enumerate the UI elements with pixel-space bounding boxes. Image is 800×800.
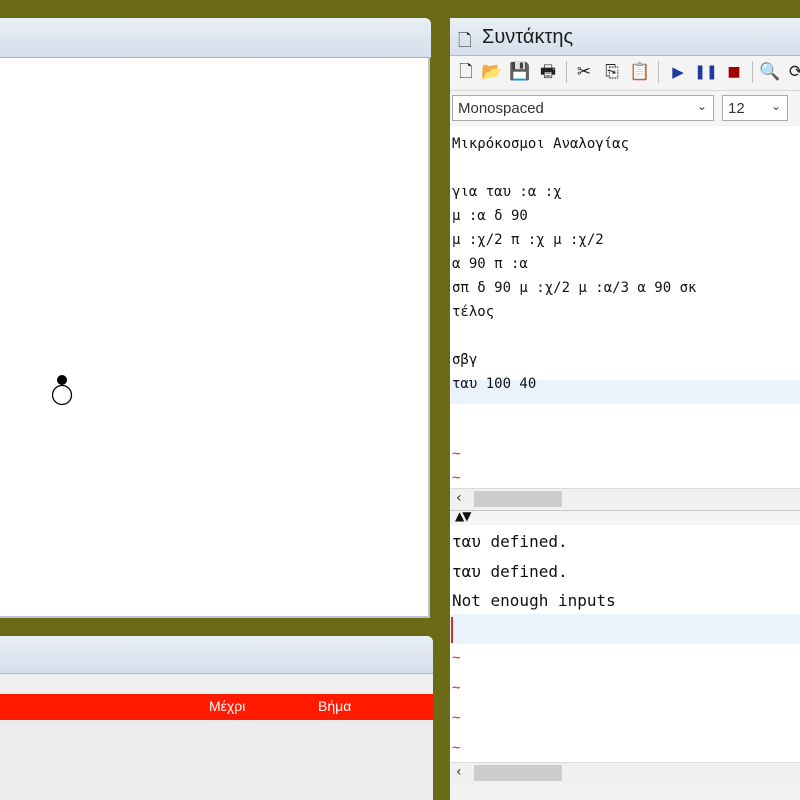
scroll-left-icon[interactable]: ‹ xyxy=(456,764,462,780)
window-icon: 🗋 xyxy=(458,31,472,51)
empty-line-marker: ~ xyxy=(452,680,461,696)
scrollbar-thumb[interactable] xyxy=(474,491,562,507)
split-arrows-icon[interactable]: ▲▼ xyxy=(455,509,472,523)
table-body[interactable] xyxy=(0,720,433,800)
paste-icon[interactable]: 📋 xyxy=(628,60,652,84)
chevron-down-icon: ⌄ xyxy=(770,99,781,113)
pane-splitter[interactable]: ▲▼ xyxy=(450,509,800,526)
console-horizontal-scrollbar[interactable]: ‹ xyxy=(450,762,800,783)
editor-toolbar: 🗋 📂 💾 🖶 ✂ ⎘ 📋 ▶ ❚❚ ■ 🔍 ⟳ xyxy=(450,56,800,91)
column-header-until[interactable]: Μέχρι xyxy=(209,698,245,714)
console-line: ταυ defined. xyxy=(452,532,568,551)
empty-line-marker: ~ xyxy=(452,740,461,756)
font-size-value: 12 xyxy=(728,100,745,117)
copy-icon[interactable]: ⎘ xyxy=(600,60,624,84)
font-family-value: Monospaced xyxy=(458,100,544,117)
print-icon[interactable]: 🖶 xyxy=(536,60,560,84)
turtle-icon xyxy=(51,375,73,406)
pause-icon[interactable]: ❚❚ xyxy=(694,60,718,84)
code-line[interactable]: μ :χ/2 π :χ μ :χ/2 xyxy=(452,228,604,252)
run-icon[interactable]: ▶ xyxy=(666,60,690,84)
new-file-icon[interactable]: 🗋 xyxy=(454,60,478,84)
stop-icon[interactable]: ■ xyxy=(722,60,746,84)
code-editor[interactable]: Μικρόκοσμοι Αναλογίας για ταυ :α :χ μ :α… xyxy=(450,126,800,488)
save-icon[interactable]: 💾 xyxy=(508,60,532,84)
toolbar-separator xyxy=(658,61,659,83)
replace-icon[interactable]: ⟳ xyxy=(784,60,800,84)
font-size-select[interactable]: 12 ⌄ xyxy=(722,95,788,121)
empty-line-marker: ~ xyxy=(452,650,461,666)
toolbar-separator xyxy=(566,61,567,83)
empty-line-marker: ~ xyxy=(452,446,461,462)
editor-title: Συντάκτης xyxy=(482,26,574,48)
scroll-left-icon[interactable]: ‹ xyxy=(456,490,462,506)
canvas-window-titlebar[interactable] xyxy=(0,18,431,58)
find-icon[interactable]: 🔍 xyxy=(758,60,782,84)
variables-panel: Μέχρι Βήμα xyxy=(0,674,433,800)
column-header-step[interactable]: Βήμα xyxy=(318,698,351,714)
code-line[interactable]: σπ δ 90 μ :χ/2 μ :α/3 α 90 σκ xyxy=(452,276,696,300)
code-line[interactable]: μ :α δ 90 xyxy=(452,204,528,228)
code-horizontal-scrollbar[interactable]: ‹ xyxy=(450,488,800,509)
text-caret xyxy=(451,617,453,643)
empty-line-marker: ~ xyxy=(452,470,461,486)
turtle-canvas[interactable] xyxy=(0,58,430,618)
font-family-select[interactable]: Monospaced ⌄ xyxy=(452,95,714,121)
current-line-highlight xyxy=(450,614,800,644)
code-line[interactable]: για ταυ :α :χ xyxy=(452,180,562,204)
output-console[interactable]: ταυ defined. ταυ defined. Not enough inp… xyxy=(450,525,800,765)
chevron-down-icon: ⌄ xyxy=(696,99,707,113)
scrollbar-thumb[interactable] xyxy=(474,765,562,781)
code-line[interactable]: σβγ xyxy=(452,348,477,372)
cut-icon[interactable]: ✂ xyxy=(572,60,596,84)
variables-window-titlebar[interactable] xyxy=(0,636,433,674)
empty-line-marker: ~ xyxy=(452,710,461,726)
code-line[interactable]: τέλος xyxy=(452,300,494,324)
toolbar-separator xyxy=(752,61,753,83)
editor-window: 🗋 Συντάκτης 🗋 📂 💾 🖶 ✂ ⎘ 📋 ▶ ❚❚ ■ 🔍 ⟳ Mon… xyxy=(450,18,800,800)
code-line[interactable]: Μικρόκοσμοι Αναλογίας xyxy=(452,132,629,156)
font-toolbar: Monospaced ⌄ 12 ⌄ xyxy=(450,91,800,125)
code-line[interactable]: α 90 π :α xyxy=(452,252,528,276)
editor-titlebar[interactable]: 🗋 Συντάκτης xyxy=(450,18,800,56)
open-folder-icon[interactable]: 📂 xyxy=(480,60,504,84)
table-header: Μέχρι Βήμα xyxy=(0,694,433,720)
console-line: Not enough inputs xyxy=(452,591,616,610)
code-line[interactable]: ταυ 100 40 xyxy=(452,372,536,396)
console-line: ταυ defined. xyxy=(452,562,568,581)
